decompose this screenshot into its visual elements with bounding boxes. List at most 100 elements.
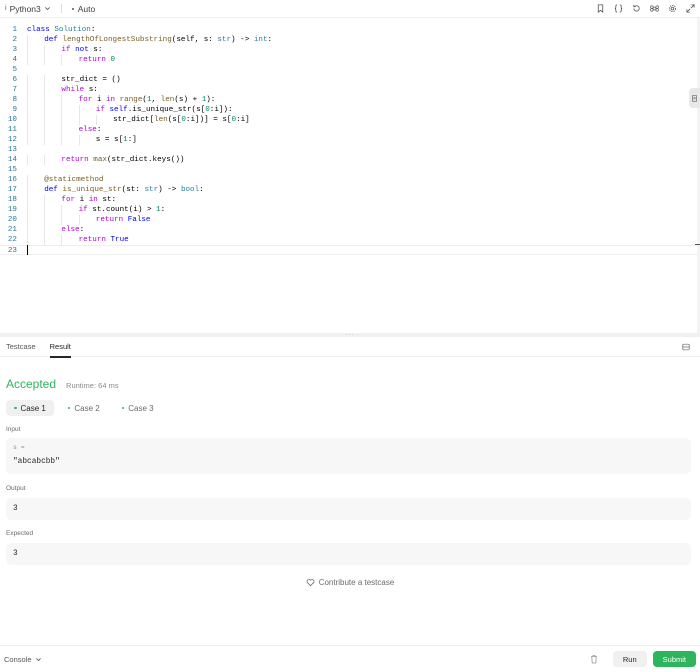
- code-line[interactable]: 16 @staticmethod: [0, 175, 697, 185]
- console-label: Console: [4, 654, 32, 664]
- line-number: 22: [7, 236, 17, 244]
- code-line[interactable]: 3 if not s:: [0, 45, 697, 55]
- code-line[interactable]: 7 while s:: [0, 85, 697, 95]
- indent-guide: [27, 55, 28, 65]
- indent-guide: [27, 135, 28, 145]
- code-text: if not s:: [61, 46, 103, 54]
- code-line[interactable]: 23: [0, 245, 697, 255]
- indent-guide: [44, 85, 46, 95]
- auto-mode-toggle[interactable]: Auto: [71, 4, 95, 14]
- output-value: 3: [13, 505, 18, 513]
- code-text: else:: [61, 226, 85, 234]
- submit-button[interactable]: Submit: [652, 651, 696, 667]
- line-number: 9: [12, 106, 17, 114]
- code-line[interactable]: 2 def lengthOfLongestSubstring(self, s: s…: [0, 35, 697, 45]
- shortcut-icon[interactable]: [649, 4, 659, 14]
- chevron-down-icon: [44, 7, 50, 11]
- expand-icon[interactable]: [685, 4, 695, 14]
- code-editor[interactable]: 1 class Solution: 2 def lengthOfLongestSubs…: [0, 17, 700, 333]
- code-text: return max(str_dict.keys()): [61, 156, 185, 164]
- line-number: 23: [7, 247, 17, 255]
- line-number: 10: [7, 116, 17, 124]
- code-line[interactable]: 19 if st.count(i) > 1:: [0, 205, 697, 215]
- indent-guide: [78, 115, 80, 125]
- code-line[interactable]: 17 def is_unique_str(st: str) -> bool:: [0, 185, 697, 195]
- line-number: 21: [7, 226, 17, 234]
- indent-guide: [27, 115, 28, 125]
- indent-guide: [44, 75, 46, 85]
- case-1-button[interactable]: Case 1: [6, 400, 54, 416]
- code-line[interactable]: 20 return False: [0, 215, 697, 225]
- code-line[interactable]: 14 return max(str_dict.keys()): [0, 155, 697, 165]
- braces-icon[interactable]: [613, 4, 623, 14]
- tab-result[interactable]: Result: [49, 337, 72, 358]
- code-text: if self.is_unique_str(s[0:i]):: [95, 106, 233, 114]
- case-2-button[interactable]: Case 2: [60, 400, 108, 416]
- case-selector: Case 1 Case 2 Case 3: [6, 400, 162, 416]
- indent-guide: [61, 125, 63, 135]
- line-number: 7: [12, 86, 17, 94]
- indent-guide: [27, 175, 28, 185]
- indent-guide: [27, 95, 28, 105]
- dot-icon: [71, 7, 74, 10]
- code-line[interactable]: 9 if self.is_unique_str(s[0:i]):: [0, 105, 697, 115]
- input-variable: s =: [13, 444, 25, 451]
- code-line[interactable]: 6 str_dict = (): [0, 75, 697, 85]
- code-line[interactable]: 5: [0, 65, 697, 75]
- code-line[interactable]: 22 return True: [0, 235, 697, 245]
- bookmark-icon[interactable]: [595, 4, 605, 14]
- indent-guide: [44, 225, 46, 235]
- accepted-label: Accepted: [6, 377, 57, 391]
- indent-guide: [44, 235, 46, 245]
- run-button[interactable]: Run: [612, 651, 647, 667]
- result-status: Accepted Runtime: 64 ms: [6, 377, 119, 391]
- trash-icon[interactable]: [589, 654, 599, 664]
- chevron-down-icon: [35, 657, 41, 661]
- code-line[interactable]: 11 else:: [0, 125, 697, 135]
- expected-label: Expected: [6, 530, 34, 537]
- line-number: 3: [12, 46, 17, 54]
- indent-guide: [44, 105, 46, 115]
- code-line[interactable]: 12 s = s[1:]: [0, 135, 697, 145]
- reset-icon[interactable]: [631, 4, 641, 14]
- console-toggle[interactable]: Console: [4, 655, 42, 664]
- line-number: 2: [12, 36, 17, 44]
- indent-guide: [61, 235, 63, 245]
- line-number: 14: [7, 156, 17, 164]
- indent-guide: [27, 155, 28, 165]
- indent-guide: [27, 45, 28, 55]
- expected-box: 3: [6, 543, 691, 565]
- line-number: 1: [12, 26, 17, 34]
- code-text: else:: [78, 126, 102, 134]
- layout-icon[interactable]: [682, 343, 690, 351]
- code-text: @staticmethod: [44, 176, 104, 184]
- code-line[interactable]: 21 else:: [0, 225, 697, 235]
- indent-guide: [27, 215, 28, 225]
- tab-testcase[interactable]: Testcase: [6, 337, 36, 357]
- case-3-button[interactable]: Case 3: [114, 400, 162, 416]
- indent-guide: [78, 215, 80, 225]
- code-line[interactable]: 15: [0, 165, 697, 175]
- case-label: Case 1: [20, 403, 46, 413]
- code-line[interactable]: 18 for i in st:: [0, 195, 697, 205]
- code-line[interactable]: 1 class Solution:: [0, 25, 697, 35]
- footer-actions: Run Submit: [589, 651, 696, 667]
- toolbar-actions: [595, 4, 695, 14]
- code-text: class Solution:: [27, 26, 96, 34]
- panel-tabs: Testcase Result: [0, 337, 700, 358]
- text-cursor: [27, 245, 28, 255]
- output-label: Output: [6, 485, 26, 492]
- code-line[interactable]: 13: [0, 145, 697, 155]
- code-line[interactable]: 10 str_dict[len(s[0:i])] = s[0:i]: [0, 115, 697, 125]
- indent-guide: [44, 215, 46, 225]
- gear-icon[interactable]: [667, 4, 677, 14]
- indent-guide: [27, 85, 28, 95]
- input-label: Input: [6, 426, 21, 433]
- contribute-testcase-link[interactable]: Contribute a testcase: [0, 578, 700, 587]
- line-number: 13: [7, 146, 17, 154]
- language-selector[interactable]: i Python3: [5, 4, 51, 14]
- case-label: Case 2: [74, 403, 100, 413]
- code-line[interactable]: 8 for i in range(1, len(s) + 1):: [0, 95, 697, 105]
- indent-guide: [61, 95, 63, 105]
- code-line[interactable]: 4 return 0: [0, 55, 697, 65]
